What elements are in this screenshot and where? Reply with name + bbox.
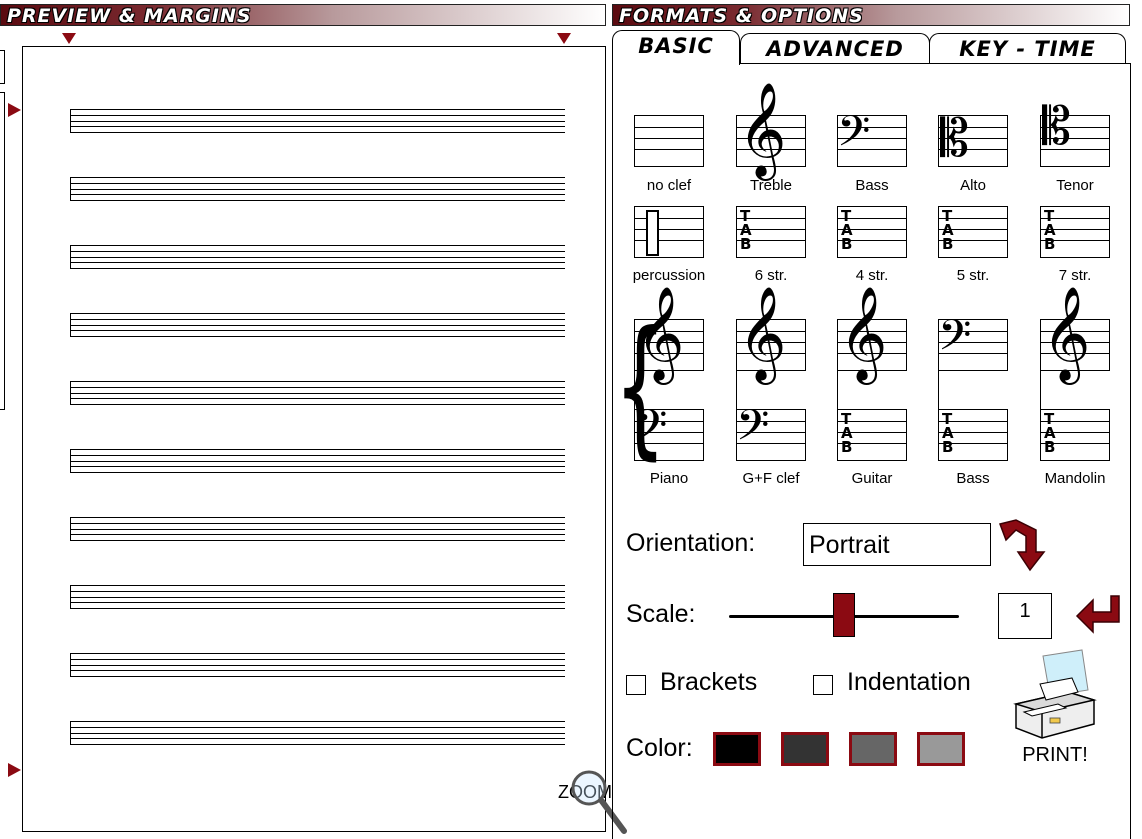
preview-staff bbox=[70, 517, 565, 541]
tab-notation-icon: TAB bbox=[942, 410, 954, 456]
clef-label-treble: Treble bbox=[750, 177, 792, 194]
clef-option-tenor[interactable]: 𝄡 bbox=[1040, 101, 1110, 167]
tab-notation-icon: TAB bbox=[1044, 207, 1056, 253]
treble-clef-icon: 𝄞 bbox=[636, 286, 685, 381]
tab-notation-icon: TAB bbox=[740, 207, 752, 253]
tab-option-5-string[interactable]: TAB bbox=[938, 206, 1008, 258]
system-label-piano: Piano bbox=[649, 470, 689, 487]
preview-header-title: PREVIEW & MARGINS bbox=[7, 5, 252, 27]
scale-slider-thumb[interactable] bbox=[833, 593, 855, 637]
system-barline bbox=[837, 319, 838, 461]
right-margin-handle[interactable] bbox=[557, 33, 571, 44]
clef-option-bass[interactable]: 𝄢 bbox=[837, 111, 907, 167]
indentation-label: Indentation bbox=[847, 668, 971, 696]
tab-option-4-string[interactable]: TAB bbox=[837, 206, 907, 258]
system-label-mandolin: Mandolin bbox=[1044, 470, 1106, 487]
color-swatch-black[interactable] bbox=[713, 732, 761, 766]
tab-notation-icon: TAB bbox=[942, 207, 954, 253]
bass-clef-icon: 𝄢 bbox=[634, 401, 668, 461]
top-margin-handle[interactable] bbox=[8, 103, 21, 117]
tab-label-7: 7 str. bbox=[1058, 267, 1092, 284]
treble-clef-icon: 𝄞 bbox=[1042, 286, 1091, 381]
bottom-margin-handle[interactable] bbox=[8, 763, 21, 777]
clef-label-alto: Alto bbox=[960, 177, 986, 194]
brackets-label: Brackets bbox=[660, 668, 758, 696]
preview-staff bbox=[70, 381, 565, 405]
clef-label-none: no clef bbox=[646, 177, 692, 194]
clef-label-tenor: Tenor bbox=[1056, 177, 1094, 194]
tab-label-6: 6 str. bbox=[754, 267, 788, 284]
system-barline bbox=[736, 319, 737, 461]
clef-option-alto[interactable]: 𝄡 bbox=[938, 109, 1008, 169]
clef-option-none[interactable] bbox=[634, 115, 704, 167]
color-swatch-dark-gray[interactable] bbox=[781, 732, 829, 766]
left-edge-frame bbox=[0, 50, 5, 84]
system-barline bbox=[634, 319, 635, 461]
tab-option-7-string[interactable]: TAB bbox=[1040, 206, 1110, 258]
indentation-checkbox[interactable] bbox=[813, 675, 833, 695]
bass-clef-icon: 𝄢 bbox=[938, 311, 972, 371]
alto-clef-icon: 𝄡 bbox=[940, 109, 970, 169]
tab-notation-icon: TAB bbox=[1044, 410, 1056, 456]
color-label: Color: bbox=[626, 734, 693, 762]
scale-label: Scale: bbox=[626, 600, 696, 628]
preview-staff bbox=[70, 109, 565, 133]
left-margin-handle[interactable] bbox=[62, 33, 76, 44]
rotate-arrow-icon[interactable] bbox=[996, 518, 1048, 572]
preview-staff bbox=[70, 449, 565, 473]
scale-value-field[interactable]: 1 bbox=[998, 593, 1052, 639]
clef-option-percussion[interactable] bbox=[634, 206, 704, 258]
system-label-gf-clef: G+F clef bbox=[742, 470, 800, 487]
tab-notation-icon: TAB bbox=[841, 207, 853, 253]
preview-staff bbox=[70, 313, 565, 337]
tab-notation-icon: TAB bbox=[841, 410, 853, 456]
tab-advanced[interactable]: ADVANCED bbox=[740, 33, 930, 64]
bass-clef-icon: 𝄢 bbox=[736, 401, 770, 461]
clef-label-percussion: percussion bbox=[632, 267, 706, 284]
brackets-checkbox[interactable] bbox=[626, 675, 646, 695]
tab-bar: BASIC ADVANCED KEY - TIME bbox=[612, 30, 1132, 65]
left-edge-frame-lower bbox=[0, 92, 5, 410]
treble-clef-icon: 𝄞 bbox=[738, 82, 787, 177]
preview-margins-header: PREVIEW & MARGINS bbox=[0, 4, 606, 27]
orientation-value: Portrait bbox=[809, 531, 890, 559]
bass-clef-icon: 𝄢 bbox=[837, 107, 871, 167]
formats-options-header: FORMATS & OPTIONS bbox=[612, 4, 1130, 27]
tab-option-6-string[interactable]: TAB bbox=[736, 206, 806, 258]
preview-staff bbox=[70, 177, 565, 201]
tab-basic[interactable]: BASIC bbox=[612, 30, 740, 65]
color-swatch-light-gray[interactable] bbox=[917, 732, 965, 766]
tab-label-5: 5 str. bbox=[956, 267, 990, 284]
treble-clef-icon: 𝄞 bbox=[738, 286, 787, 381]
preview-staff bbox=[70, 245, 565, 269]
treble-clef-icon: 𝄞 bbox=[839, 286, 888, 381]
print-button[interactable]: PRINT! bbox=[1010, 648, 1100, 768]
percussion-clef-icon bbox=[646, 210, 659, 256]
enter-arrow-icon[interactable] bbox=[1075, 592, 1123, 640]
preview-staff bbox=[70, 721, 565, 745]
clef-label-bass: Bass bbox=[855, 177, 889, 194]
system-barline bbox=[938, 319, 939, 461]
system-barline bbox=[1040, 319, 1041, 461]
orientation-field[interactable]: Portrait bbox=[803, 523, 991, 566]
preview-staff bbox=[70, 585, 565, 609]
tenor-clef-icon: 𝄡 bbox=[1042, 97, 1072, 157]
system-label-bass: Bass bbox=[956, 470, 990, 487]
printer-icon bbox=[1013, 649, 1097, 739]
preview-staff bbox=[70, 653, 565, 677]
clef-option-treble[interactable]: 𝄞 bbox=[736, 89, 806, 171]
system-label-guitar: Guitar bbox=[851, 470, 893, 487]
color-swatch-gray[interactable] bbox=[849, 732, 897, 766]
tab-key-time[interactable]: KEY - TIME bbox=[929, 33, 1126, 64]
formats-header-title: FORMATS & OPTIONS bbox=[619, 5, 864, 27]
page-preview[interactable] bbox=[22, 46, 606, 832]
orientation-label: Orientation: bbox=[626, 529, 756, 557]
print-label: PRINT! bbox=[1022, 744, 1088, 766]
scale-value: 1 bbox=[1019, 600, 1031, 622]
tab-label-4: 4 str. bbox=[855, 267, 889, 284]
